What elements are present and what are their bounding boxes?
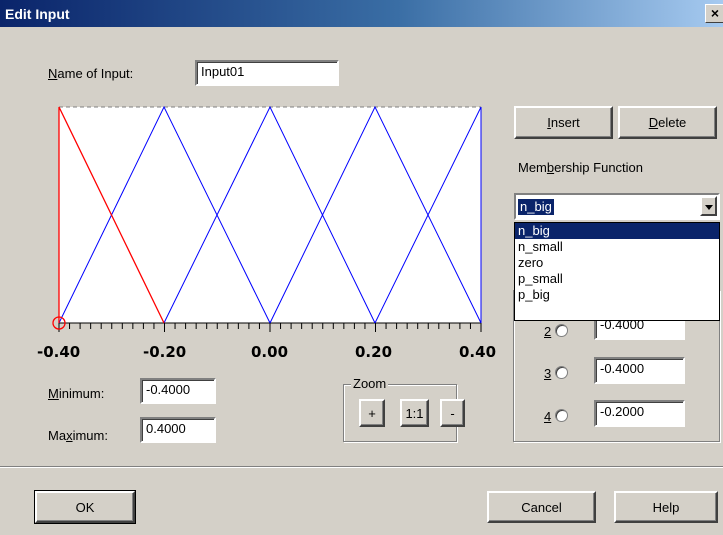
point-4-label: 4	[544, 409, 552, 424]
x-tick-label: 0.00	[251, 343, 289, 361]
insert-button[interactable]: Insert	[514, 106, 613, 139]
zoom-reset-button[interactable]: 1:1	[400, 399, 429, 427]
point-4-radio[interactable]	[555, 409, 568, 422]
membership-function-label: Membership Function	[518, 160, 644, 175]
edit-input-dialog: Edit Input × Name of Input: Input01 -0.4…	[0, 0, 723, 535]
footer-separator	[0, 466, 723, 468]
point-3-field[interactable]: -0.4000	[594, 357, 685, 384]
membership-function-selected: n_big	[518, 199, 554, 215]
membership-function-dropdown-list: n_big n_small zero p_small p_big	[514, 222, 720, 321]
maximum-field[interactable]: 0.4000	[140, 417, 216, 443]
ok-button[interactable]: OK	[34, 490, 136, 524]
membership-function-combobox[interactable]: n_big	[514, 193, 720, 220]
dropdown-option-p-small[interactable]: p_small	[515, 271, 719, 287]
x-tick-label: 0.20	[355, 343, 393, 361]
point-2-label: 2	[544, 324, 552, 339]
cancel-button[interactable]: Cancel	[487, 491, 596, 523]
point-2-radio[interactable]	[555, 324, 568, 337]
x-tick-label: -0.40	[37, 343, 81, 361]
x-tick-label: -0.20	[143, 343, 187, 361]
point-4-field[interactable]: -0.2000	[594, 400, 685, 427]
minimum-label: Minimum:	[48, 386, 105, 401]
delete-button-label: Delete	[648, 115, 687, 130]
minimum-field[interactable]: -0.4000	[140, 378, 216, 404]
dropdown-option-n-small[interactable]: n_small	[515, 239, 719, 255]
x-axis-ticks	[58, 323, 482, 332]
delete-button[interactable]: Delete	[618, 106, 717, 139]
point-3-radio[interactable]	[555, 366, 568, 379]
zoom-in-button[interactable]: +	[359, 399, 385, 427]
dropdown-option-p-big[interactable]: p_big	[515, 287, 719, 303]
dropdown-option-n-big[interactable]: n_big	[515, 223, 719, 239]
chevron-down-icon[interactable]	[700, 196, 717, 216]
dropdown-option-zero[interactable]: zero	[515, 255, 719, 271]
zoom-group-title: Zoom	[351, 376, 389, 391]
zoom-out-button[interactable]: -	[440, 399, 465, 427]
point-3-label: 3	[544, 366, 552, 381]
x-tick-label: 0.40	[459, 343, 497, 361]
help-button[interactable]: Help	[614, 491, 718, 523]
plot-area	[59, 107, 481, 323]
insert-button-label: Insert	[547, 115, 580, 130]
maximum-label: Maximum:	[48, 428, 108, 443]
